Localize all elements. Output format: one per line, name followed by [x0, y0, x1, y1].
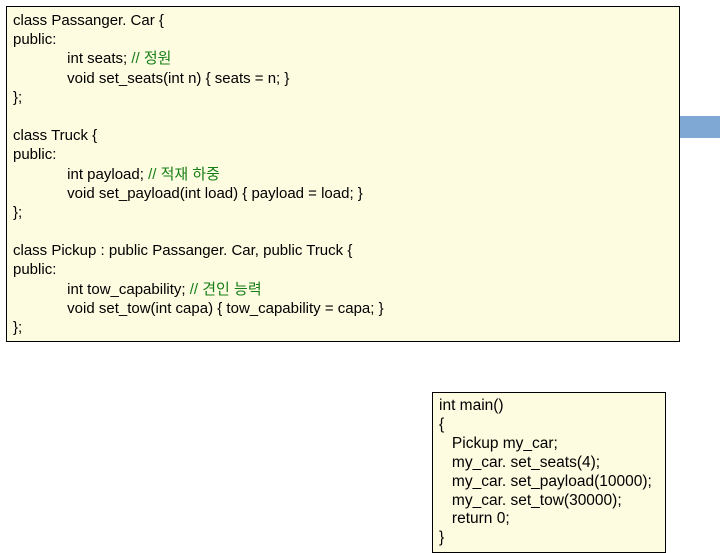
comment-tow: // 견인 능력: [190, 281, 262, 298]
code-line: };: [13, 204, 22, 221]
code-line: void set_payload(int load) { payload = l…: [13, 185, 363, 202]
code-line: class Truck {: [13, 127, 97, 144]
code-line: public:: [13, 146, 56, 163]
code-line: my_car. set_tow(30000);: [439, 492, 622, 509]
code-line: };: [13, 89, 22, 106]
code-line: int payload;: [13, 166, 148, 183]
code-line: int tow_capability;: [13, 281, 190, 298]
code-line: };: [13, 319, 22, 336]
code-line: class Passanger. Car {: [13, 12, 164, 29]
code-line: void set_seats(int n) { seats = n; }: [13, 70, 289, 87]
code-line: return 0;: [439, 510, 510, 527]
code-line: public:: [13, 31, 56, 48]
code-line: }: [439, 529, 444, 546]
comment-payload: // 적재 하중: [148, 166, 220, 183]
code-line: public:: [13, 261, 56, 278]
code-line: int seats;: [13, 50, 131, 67]
code-line: my_car. set_seats(4);: [439, 454, 600, 471]
code-line: class Pickup : public Passanger. Car, pu…: [13, 242, 352, 259]
code-block-classes: class Passanger. Car { public: int seats…: [6, 6, 680, 342]
code-line: my_car. set_payload(10000);: [439, 473, 652, 490]
code-block-main: int main() { Pickup my_car; my_car. set_…: [432, 392, 666, 553]
code-line: Pickup my_car;: [439, 435, 558, 452]
code-line: int main(): [439, 397, 504, 414]
code-line: void set_tow(int capa) { tow_capability …: [13, 300, 384, 317]
code-line: {: [439, 416, 444, 433]
comment-seats: // 정원: [131, 50, 171, 67]
